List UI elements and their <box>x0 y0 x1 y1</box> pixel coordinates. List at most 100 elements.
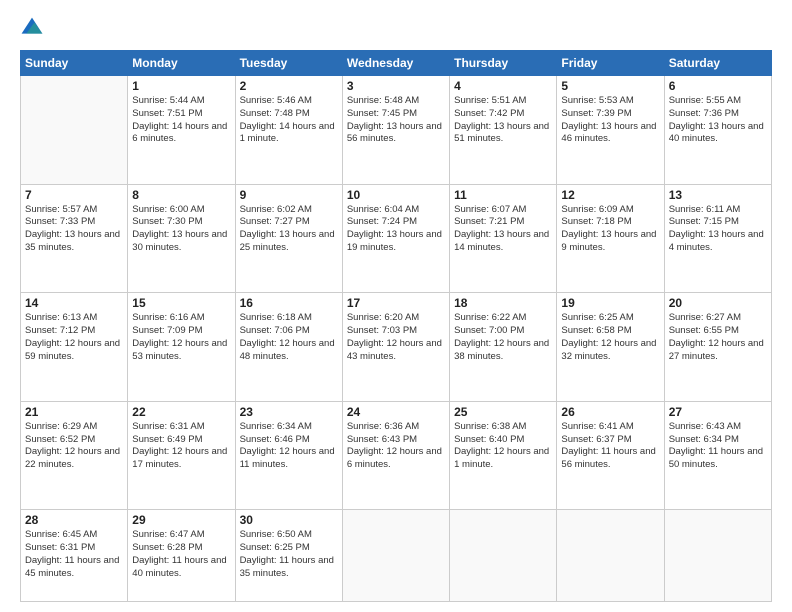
calendar-cell: 1 Sunrise: 5:44 AMSunset: 7:51 PMDayligh… <box>128 76 235 185</box>
cell-info: Sunrise: 6:38 AMSunset: 6:40 PMDaylight:… <box>454 421 552 472</box>
calendar-cell: 28 Sunrise: 6:45 AMSunset: 6:31 PMDaylig… <box>21 510 128 602</box>
day-number: 29 <box>132 513 230 527</box>
cell-info: Sunrise: 5:51 AMSunset: 7:42 PMDaylight:… <box>454 95 552 146</box>
day-number: 10 <box>347 188 445 202</box>
cell-info: Sunrise: 6:25 AMSunset: 6:58 PMDaylight:… <box>561 312 659 363</box>
calendar-cell: 7 Sunrise: 5:57 AMSunset: 7:33 PMDayligh… <box>21 184 128 293</box>
week-row-1: 1 Sunrise: 5:44 AMSunset: 7:51 PMDayligh… <box>21 76 772 185</box>
header <box>20 16 772 40</box>
day-number: 1 <box>132 79 230 93</box>
week-row-5: 28 Sunrise: 6:45 AMSunset: 6:31 PMDaylig… <box>21 510 772 602</box>
calendar-cell: 19 Sunrise: 6:25 AMSunset: 6:58 PMDaylig… <box>557 293 664 402</box>
day-number: 14 <box>25 296 123 310</box>
calendar-cell <box>342 510 449 602</box>
day-number: 19 <box>561 296 659 310</box>
day-number: 8 <box>132 188 230 202</box>
cell-info: Sunrise: 5:44 AMSunset: 7:51 PMDaylight:… <box>132 95 230 146</box>
calendar-cell: 8 Sunrise: 6:00 AMSunset: 7:30 PMDayligh… <box>128 184 235 293</box>
weekday-monday: Monday <box>128 51 235 76</box>
calendar-cell: 11 Sunrise: 6:07 AMSunset: 7:21 PMDaylig… <box>450 184 557 293</box>
cell-info: Sunrise: 6:43 AMSunset: 6:34 PMDaylight:… <box>669 421 767 472</box>
cell-info: Sunrise: 6:20 AMSunset: 7:03 PMDaylight:… <box>347 312 445 363</box>
day-number: 9 <box>240 188 338 202</box>
day-number: 30 <box>240 513 338 527</box>
calendar-cell: 17 Sunrise: 6:20 AMSunset: 7:03 PMDaylig… <box>342 293 449 402</box>
calendar-cell: 14 Sunrise: 6:13 AMSunset: 7:12 PMDaylig… <box>21 293 128 402</box>
cell-info: Sunrise: 6:13 AMSunset: 7:12 PMDaylight:… <box>25 312 123 363</box>
calendar-table: SundayMondayTuesdayWednesdayThursdayFrid… <box>20 50 772 602</box>
calendar-cell: 30 Sunrise: 6:50 AMSunset: 6:25 PMDaylig… <box>235 510 342 602</box>
cell-info: Sunrise: 6:34 AMSunset: 6:46 PMDaylight:… <box>240 421 338 472</box>
week-row-3: 14 Sunrise: 6:13 AMSunset: 7:12 PMDaylig… <box>21 293 772 402</box>
calendar-cell: 18 Sunrise: 6:22 AMSunset: 7:00 PMDaylig… <box>450 293 557 402</box>
cell-info: Sunrise: 5:48 AMSunset: 7:45 PMDaylight:… <box>347 95 445 146</box>
cell-info: Sunrise: 6:18 AMSunset: 7:06 PMDaylight:… <box>240 312 338 363</box>
cell-info: Sunrise: 6:04 AMSunset: 7:24 PMDaylight:… <box>347 204 445 255</box>
calendar-cell: 5 Sunrise: 5:53 AMSunset: 7:39 PMDayligh… <box>557 76 664 185</box>
cell-info: Sunrise: 6:07 AMSunset: 7:21 PMDaylight:… <box>454 204 552 255</box>
weekday-wednesday: Wednesday <box>342 51 449 76</box>
day-number: 2 <box>240 79 338 93</box>
calendar-cell: 27 Sunrise: 6:43 AMSunset: 6:34 PMDaylig… <box>664 401 771 510</box>
calendar-cell: 9 Sunrise: 6:02 AMSunset: 7:27 PMDayligh… <box>235 184 342 293</box>
weekday-friday: Friday <box>557 51 664 76</box>
calendar-cell: 12 Sunrise: 6:09 AMSunset: 7:18 PMDaylig… <box>557 184 664 293</box>
calendar-cell: 4 Sunrise: 5:51 AMSunset: 7:42 PMDayligh… <box>450 76 557 185</box>
calendar-cell <box>21 76 128 185</box>
calendar-cell: 10 Sunrise: 6:04 AMSunset: 7:24 PMDaylig… <box>342 184 449 293</box>
calendar-cell <box>450 510 557 602</box>
day-number: 23 <box>240 405 338 419</box>
weekday-header-row: SundayMondayTuesdayWednesdayThursdayFrid… <box>21 51 772 76</box>
day-number: 25 <box>454 405 552 419</box>
calendar-cell: 2 Sunrise: 5:46 AMSunset: 7:48 PMDayligh… <box>235 76 342 185</box>
calendar-cell <box>664 510 771 602</box>
page: SundayMondayTuesdayWednesdayThursdayFrid… <box>0 0 792 612</box>
day-number: 20 <box>669 296 767 310</box>
day-number: 26 <box>561 405 659 419</box>
cell-info: Sunrise: 6:29 AMSunset: 6:52 PMDaylight:… <box>25 421 123 472</box>
day-number: 11 <box>454 188 552 202</box>
day-number: 18 <box>454 296 552 310</box>
day-number: 16 <box>240 296 338 310</box>
weekday-thursday: Thursday <box>450 51 557 76</box>
day-number: 13 <box>669 188 767 202</box>
cell-info: Sunrise: 6:22 AMSunset: 7:00 PMDaylight:… <box>454 312 552 363</box>
weekday-tuesday: Tuesday <box>235 51 342 76</box>
cell-info: Sunrise: 5:55 AMSunset: 7:36 PMDaylight:… <box>669 95 767 146</box>
calendar-cell: 20 Sunrise: 6:27 AMSunset: 6:55 PMDaylig… <box>664 293 771 402</box>
calendar-cell: 23 Sunrise: 6:34 AMSunset: 6:46 PMDaylig… <box>235 401 342 510</box>
day-number: 22 <box>132 405 230 419</box>
day-number: 3 <box>347 79 445 93</box>
calendar-cell: 6 Sunrise: 5:55 AMSunset: 7:36 PMDayligh… <box>664 76 771 185</box>
cell-info: Sunrise: 6:16 AMSunset: 7:09 PMDaylight:… <box>132 312 230 363</box>
day-number: 7 <box>25 188 123 202</box>
day-number: 17 <box>347 296 445 310</box>
weekday-saturday: Saturday <box>664 51 771 76</box>
cell-info: Sunrise: 6:02 AMSunset: 7:27 PMDaylight:… <box>240 204 338 255</box>
logo-icon <box>20 16 44 40</box>
cell-info: Sunrise: 6:45 AMSunset: 6:31 PMDaylight:… <box>25 529 123 580</box>
cell-info: Sunrise: 6:50 AMSunset: 6:25 PMDaylight:… <box>240 529 338 580</box>
calendar-cell: 13 Sunrise: 6:11 AMSunset: 7:15 PMDaylig… <box>664 184 771 293</box>
cell-info: Sunrise: 6:00 AMSunset: 7:30 PMDaylight:… <box>132 204 230 255</box>
calendar-cell: 16 Sunrise: 6:18 AMSunset: 7:06 PMDaylig… <box>235 293 342 402</box>
cell-info: Sunrise: 5:53 AMSunset: 7:39 PMDaylight:… <box>561 95 659 146</box>
week-row-2: 7 Sunrise: 5:57 AMSunset: 7:33 PMDayligh… <box>21 184 772 293</box>
weekday-sunday: Sunday <box>21 51 128 76</box>
cell-info: Sunrise: 6:09 AMSunset: 7:18 PMDaylight:… <box>561 204 659 255</box>
calendar-cell: 29 Sunrise: 6:47 AMSunset: 6:28 PMDaylig… <box>128 510 235 602</box>
day-number: 12 <box>561 188 659 202</box>
day-number: 6 <box>669 79 767 93</box>
day-number: 24 <box>347 405 445 419</box>
calendar-cell: 24 Sunrise: 6:36 AMSunset: 6:43 PMDaylig… <box>342 401 449 510</box>
calendar-cell: 3 Sunrise: 5:48 AMSunset: 7:45 PMDayligh… <box>342 76 449 185</box>
day-number: 27 <box>669 405 767 419</box>
calendar-cell: 22 Sunrise: 6:31 AMSunset: 6:49 PMDaylig… <box>128 401 235 510</box>
cell-info: Sunrise: 5:46 AMSunset: 7:48 PMDaylight:… <box>240 95 338 146</box>
cell-info: Sunrise: 6:31 AMSunset: 6:49 PMDaylight:… <box>132 421 230 472</box>
calendar-cell: 15 Sunrise: 6:16 AMSunset: 7:09 PMDaylig… <box>128 293 235 402</box>
day-number: 21 <box>25 405 123 419</box>
calendar-cell: 26 Sunrise: 6:41 AMSunset: 6:37 PMDaylig… <box>557 401 664 510</box>
cell-info: Sunrise: 6:41 AMSunset: 6:37 PMDaylight:… <box>561 421 659 472</box>
calendar-cell: 21 Sunrise: 6:29 AMSunset: 6:52 PMDaylig… <box>21 401 128 510</box>
